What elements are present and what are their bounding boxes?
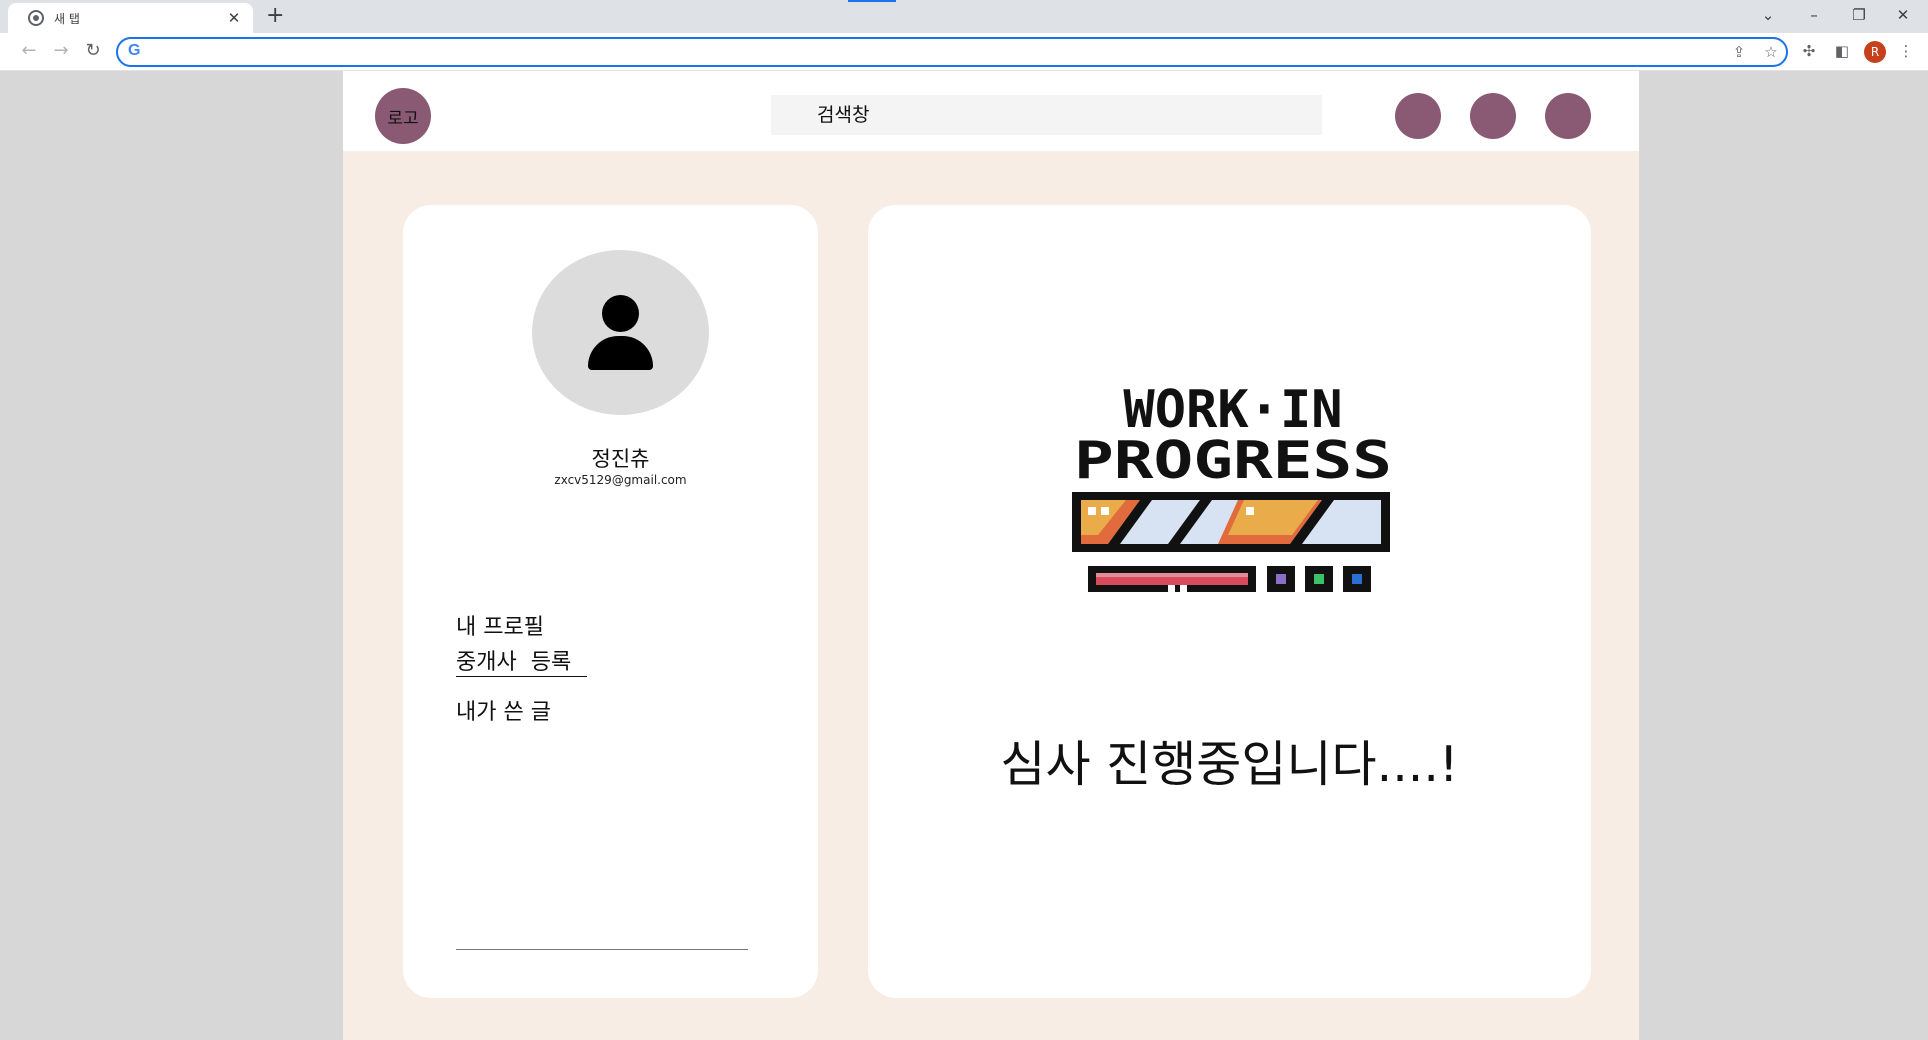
progress-bar-icon (1072, 492, 1390, 552)
chrome-icon (28, 10, 44, 26)
back-arrow-icon[interactable]: ← (17, 39, 41, 63)
tab-title: 새 탭 (54, 11, 80, 26)
header-circle-button-1[interactable] (1395, 93, 1441, 139)
tab-indicator (848, 0, 896, 2)
avatar (532, 250, 709, 415)
browser-tab[interactable]: 새 탭 ✕ (8, 3, 253, 33)
logo-button[interactable]: 로고 (375, 88, 431, 144)
wip-title-line2: PROGRESS (1074, 431, 1392, 491)
kebab-menu-icon[interactable]: ⋮ (1895, 40, 1917, 62)
forward-arrow-icon[interactable]: → (49, 39, 73, 63)
header-circle-button-2[interactable] (1470, 93, 1516, 139)
tab-search-chevron-icon[interactable]: ⌄ (1756, 4, 1780, 26)
minimize-icon[interactable]: – (1802, 4, 1826, 26)
address-input[interactable] (152, 41, 1712, 63)
side-panel-icon[interactable]: ◧ (1831, 40, 1853, 62)
user-email: zxcv5129@gmail.com (554, 473, 687, 487)
reload-icon[interactable]: ↻ (81, 39, 105, 63)
menu-item-my-posts[interactable]: 내가 쓴 글 (456, 694, 551, 726)
extensions-puzzle-icon[interactable]: ✣ (1798, 40, 1820, 62)
share-icon[interactable]: ⇪ (1728, 41, 1750, 63)
content-card: WORK·IN PROGRESS 심사 진행중입니다....! (868, 205, 1591, 998)
google-g-icon: G (128, 42, 141, 59)
profile-card: 정진츄 zxcv5129@gmail.com 내 프로필 중개사 등록 내가 쓴… (403, 205, 818, 998)
address-bar[interactable]: G ⇪ ☆ (116, 37, 1788, 67)
site-header: 로고 (343, 71, 1639, 151)
active-menu-underline (456, 676, 587, 677)
profile-avatar-button[interactable]: R (1864, 41, 1886, 63)
close-window-icon[interactable]: ✕ (1891, 4, 1915, 26)
review-status-message: 심사 진행중입니다....! (1000, 736, 1459, 793)
browser-toolbar: ← → ↻ G ⇪ ☆ ✣ ◧ R ⋮ (0, 33, 1928, 71)
restore-icon[interactable]: ❐ (1847, 4, 1871, 26)
menu-item-my-profile[interactable]: 내 프로필 (456, 609, 544, 641)
page-container: 로고 정진츄 zxcv5129@gmail.com 내 프로필 중개사 등록 내… (343, 71, 1639, 1040)
header-circle-button-3[interactable] (1545, 93, 1591, 139)
new-tab-button[interactable]: + (266, 4, 284, 28)
search-input[interactable] (771, 95, 1322, 135)
work-in-progress-graphic: WORK·IN PROGRESS (1072, 380, 1392, 592)
menu-item-broker-register[interactable]: 중개사 등록 (456, 644, 571, 676)
user-name: 정진츄 (591, 447, 650, 471)
tab-close-icon[interactable]: ✕ (225, 9, 243, 27)
browser-tab-strip: 새 탭 ✕ + ⌄ – ❐ ✕ (0, 0, 1928, 33)
bookmark-star-icon[interactable]: ☆ (1760, 41, 1782, 63)
divider (456, 949, 748, 950)
status-row-icon (1088, 566, 1371, 592)
